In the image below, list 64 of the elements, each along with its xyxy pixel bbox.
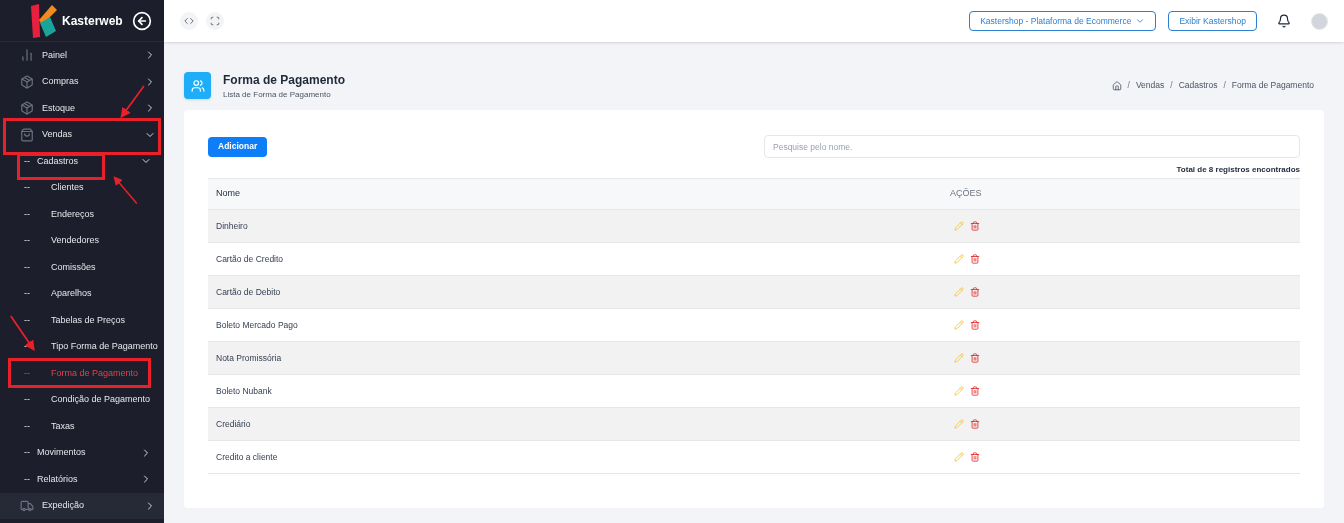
delete-icon[interactable]: [970, 353, 980, 363]
bar-chart-icon: [20, 48, 34, 63]
sidebar-subitem[interactable]: -- Endereços: [0, 201, 164, 228]
fullscreen-icon[interactable]: [206, 12, 224, 30]
box-icon: [20, 101, 34, 116]
sidebar-subitem[interactable]: -- Movimentos: [0, 439, 164, 466]
box-icon: [20, 74, 34, 89]
sidebar-item[interactable]: Vendas: [0, 121, 164, 148]
delete-icon[interactable]: [970, 386, 980, 396]
bag-icon: [20, 127, 34, 142]
sidebar-item[interactable]: Expedição: [0, 492, 164, 519]
sidebar-subitem[interactable]: -- Tabelas de Preços: [0, 307, 164, 334]
sidebar-subitem[interactable]: -- Taxas: [0, 413, 164, 440]
breadcrumb-separator: /: [1127, 79, 1130, 92]
delete-icon[interactable]: [970, 419, 980, 429]
view-store-button[interactable]: Exibir Kastershop: [1168, 11, 1257, 31]
total-count: Total de 8 registros encontrados: [1176, 164, 1300, 176]
column-header: AÇÕES: [950, 187, 982, 201]
sidebar-subitem[interactable]: -- Comissões: [0, 254, 164, 281]
sidebar-subitem[interactable]: -- Aparelhos: [0, 280, 164, 307]
breadcrumb-item[interactable]: Vendas: [1135, 79, 1165, 92]
search-field[interactable]: Pesquise pelo nome.: [764, 135, 1300, 158]
table-cell-text: Cartão de Debito: [215, 285, 282, 299]
table-cell-text: Crediário: [215, 417, 252, 431]
table-cell-text: Credito a cliente: [215, 450, 279, 464]
users-icon: [184, 72, 211, 99]
sidebar-subitem[interactable]: -- Tipo Forma de Pagamento: [0, 333, 164, 360]
code-icon[interactable]: [180, 12, 198, 30]
chevron-down-icon: [1135, 16, 1146, 26]
sidebar-subitem[interactable]: -- Condição de Pagamento: [0, 386, 164, 413]
table-cell-text: Dinheiro: [215, 219, 249, 233]
sidebar-subitem[interactable]: -- Forma de Pagamento: [0, 360, 164, 387]
annotation-arrow: [118, 84, 148, 118]
delete-icon[interactable]: [970, 287, 980, 297]
sidebar-item[interactable]: Estoque: [0, 95, 164, 122]
breadcrumb-item[interactable]: Cadastros: [1178, 79, 1218, 92]
delete-icon[interactable]: [970, 254, 980, 264]
sidebar-subitem[interactable]: -- Clientes: [0, 174, 164, 201]
delete-icon[interactable]: [970, 320, 980, 330]
logo-icon: [28, 2, 58, 39]
delete-icon[interactable]: [970, 452, 980, 462]
breadcrumb-separator: /: [1170, 79, 1173, 92]
breadcrumb-item: Forma de Pagamento: [1231, 79, 1314, 92]
collapse-sidebar-icon[interactable]: [132, 10, 152, 31]
sidebar-subitem[interactable]: -- Cadastros: [0, 148, 164, 175]
page-subtitle: Lista de Forma de Pagamento: [223, 88, 332, 101]
table-cell-text: Boleto Mercado Pago: [215, 318, 299, 332]
column-header: Nome: [215, 187, 241, 201]
sidebar-subitem[interactable]: -- Vendedores: [0, 227, 164, 254]
home-icon[interactable]: [1111, 80, 1122, 91]
breadcrumb-separator: /: [1223, 79, 1226, 92]
add-button[interactable]: Adicionar: [208, 136, 268, 157]
sidebar-item[interactable]: Painel: [0, 42, 164, 69]
truck-icon: [20, 498, 34, 513]
bell-icon[interactable]: [1277, 14, 1291, 28]
sidebar-item[interactable]: Compras: [0, 68, 164, 95]
page-title: Forma de Pagamento: [223, 71, 347, 89]
sidebar-subitem[interactable]: -- Relatórios: [0, 466, 164, 493]
table-cell-text: Cartão de Credito: [215, 252, 285, 266]
table-cell-text: Nota Promissória: [215, 351, 283, 365]
brand-name: Kasterweb: [62, 12, 124, 30]
delete-icon[interactable]: [970, 221, 980, 231]
store-select[interactable]: Kastershop - Plataforma de Ecommerce: [969, 11, 1157, 31]
table-cell-text: Boleto Nubank: [215, 384, 273, 398]
